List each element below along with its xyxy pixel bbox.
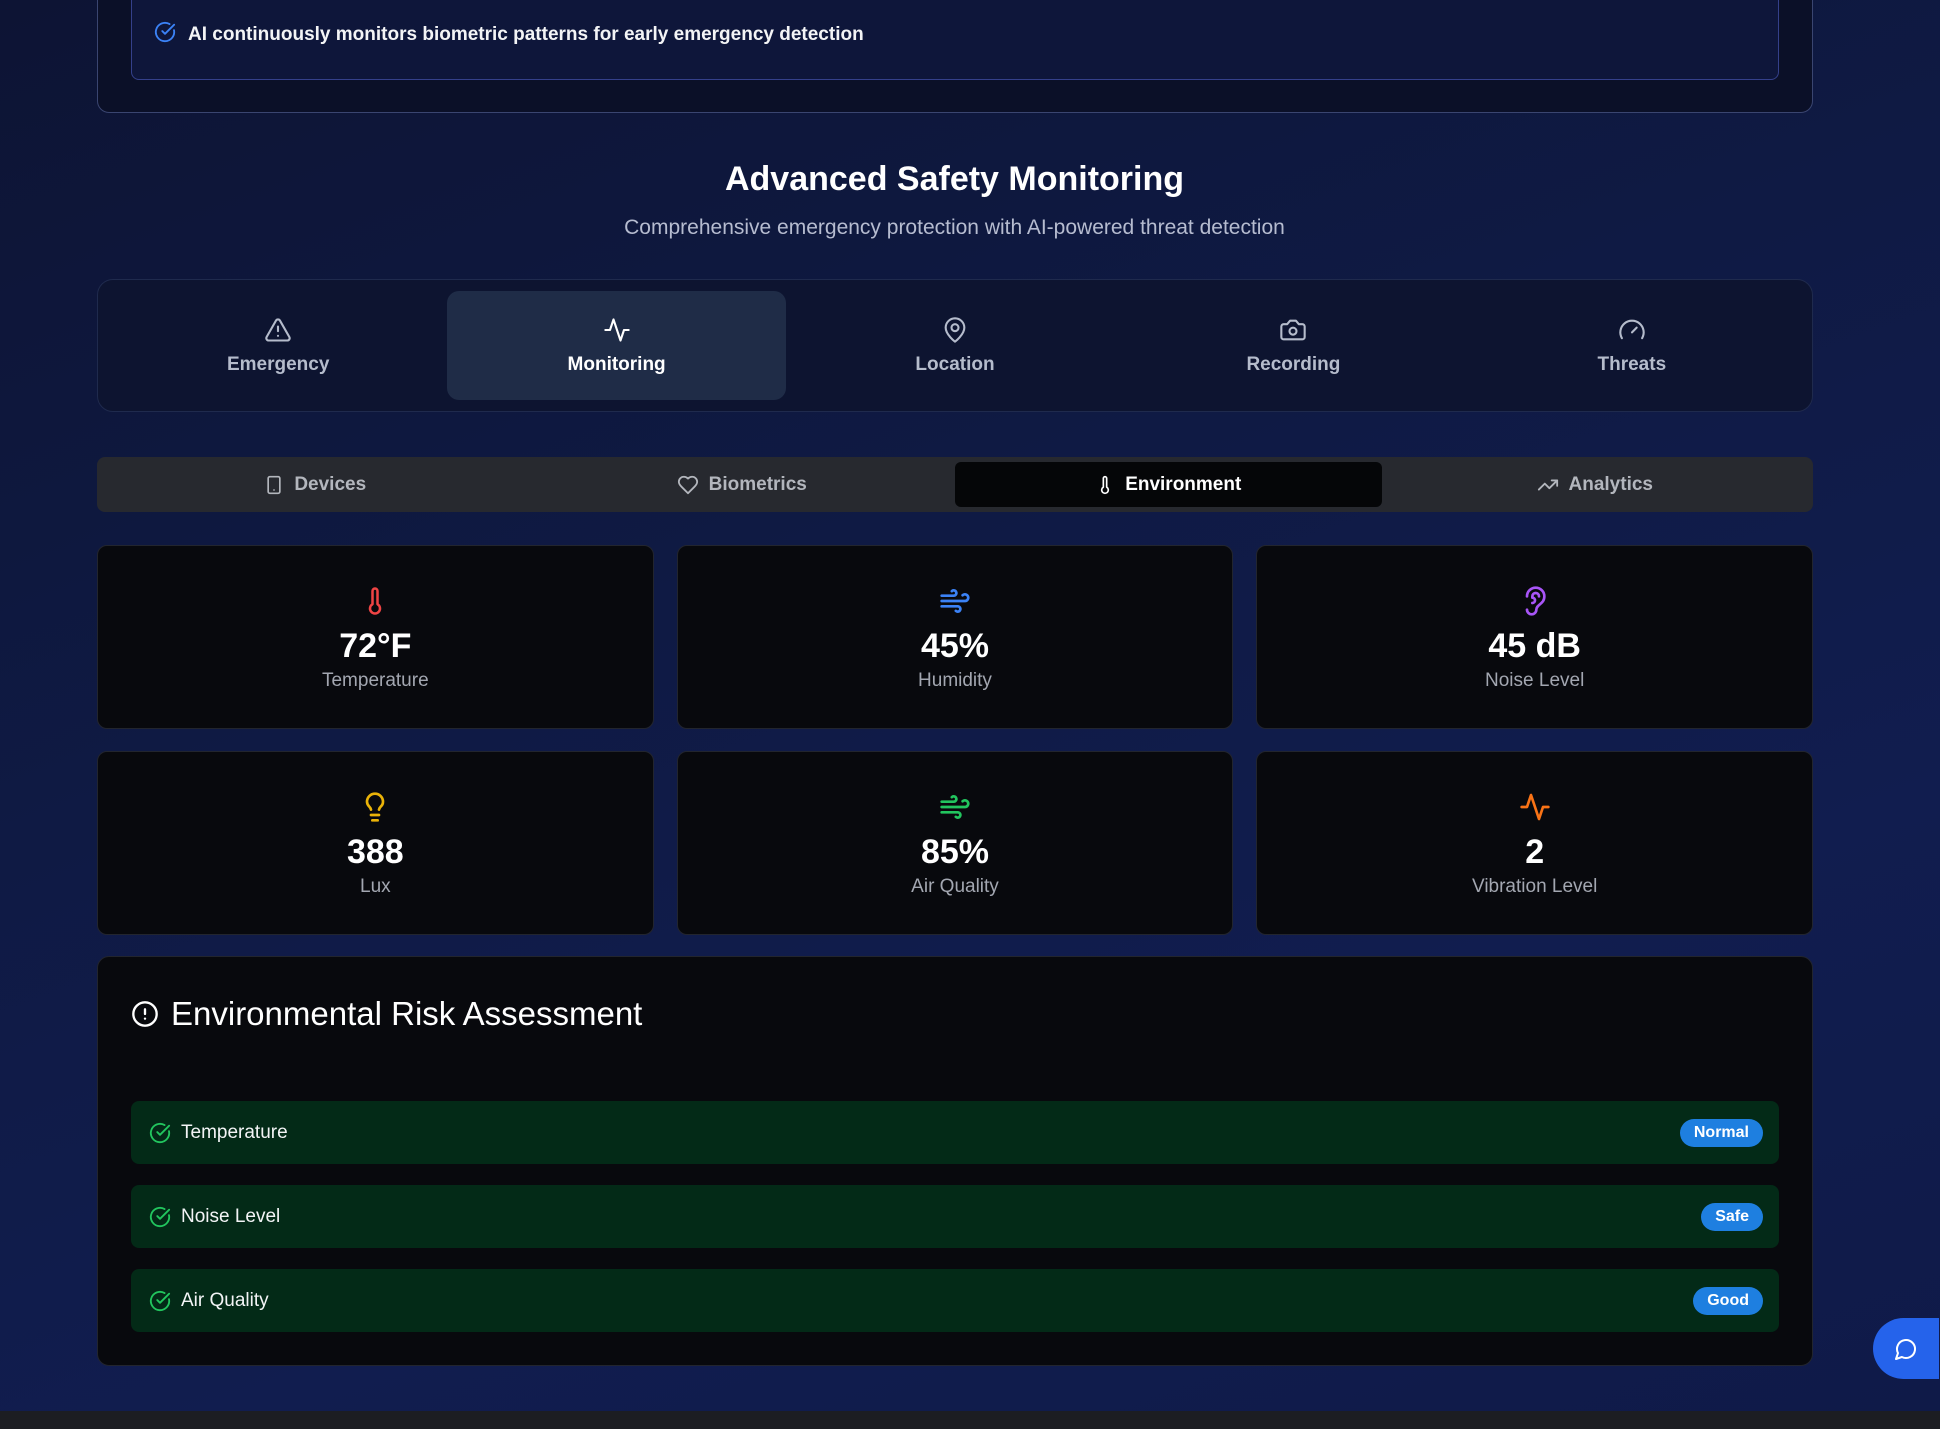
tab-label: Recording: [1246, 353, 1341, 375]
metric-card-lux: 388 Lux: [97, 751, 654, 935]
check-circle-icon: [149, 1290, 171, 1311]
thermometer-icon: [1101, 475, 1110, 494]
metric-value: 45 dB: [1488, 626, 1581, 665]
heart-icon: [677, 475, 698, 494]
metric-label: Air Quality: [911, 875, 999, 897]
page-title: Advanced Safety Monitoring: [724, 160, 1185, 198]
map-pin-icon: [944, 316, 966, 343]
tab-label: Emergency: [226, 353, 330, 375]
tab-label: Monitoring: [567, 353, 666, 375]
tab-label: Location: [915, 353, 995, 375]
risk-assessment-header: Environmental Risk Assessment: [131, 995, 642, 1033]
tab-monitoring[interactable]: Monitoring: [447, 291, 786, 400]
alert-circle-icon: [132, 1001, 158, 1027]
metric-value: 45%: [920, 626, 990, 665]
trending-up-icon: [1537, 479, 1558, 490]
metric-card-noise-level: 45 dB Noise Level: [1256, 545, 1813, 729]
risk-row-air-quality: Air Quality Good: [131, 1269, 1779, 1332]
risk-assessment-card: Environmental Risk Assessment Temperatur…: [97, 956, 1813, 1366]
environment-metrics-grid: 72°F Temperature 45% Humidity 45 dB Nois…: [97, 545, 1813, 935]
thermometer-icon: [360, 583, 390, 619]
tab-analytics[interactable]: Analytics: [1382, 462, 1809, 507]
status-badge: Good: [1693, 1286, 1763, 1315]
metric-value: 72°F: [339, 626, 412, 665]
metric-label: Lux: [360, 875, 391, 897]
risk-row-noise-level: Noise Level Safe: [131, 1185, 1779, 1248]
tab-location[interactable]: Location: [786, 291, 1124, 400]
monitoring-info-card: AI continuously monitors biometric patte…: [97, 0, 1813, 113]
tab-emergency[interactable]: Emergency: [109, 291, 447, 400]
wind-icon: [939, 583, 971, 619]
activity-icon: [1519, 789, 1551, 825]
metric-value: 2: [1525, 832, 1545, 871]
tab-label: Environment: [1125, 473, 1242, 495]
bottom-bar: [0, 1411, 1940, 1429]
metric-card-vibration-level: 2 Vibration Level: [1256, 751, 1813, 935]
tab-biometrics[interactable]: Biometrics: [529, 462, 956, 507]
metric-label: Humidity: [918, 669, 992, 691]
ai-notice-text: AI continuously monitors biometric patte…: [188, 23, 864, 45]
check-circle-icon: [149, 1122, 171, 1143]
tab-devices[interactable]: Devices: [102, 462, 529, 507]
page-subtitle: Comprehensive emergency protection with …: [624, 216, 1285, 239]
main-tab-bar: Emergency Monitoring Location Recording …: [97, 279, 1813, 412]
activity-icon: [603, 317, 630, 342]
alert-triangle-icon: [265, 317, 291, 342]
metric-card-air-quality: 85% Air Quality: [676, 751, 1234, 935]
risk-row-temperature: Temperature Normal: [131, 1101, 1779, 1164]
smartphone-icon: [267, 475, 281, 494]
metric-label: Vibration Level: [1471, 875, 1598, 897]
metric-label: Noise Level: [1485, 669, 1585, 691]
chat-button[interactable]: [1873, 1318, 1939, 1379]
tab-recording[interactable]: Recording: [1124, 291, 1462, 400]
status-badge: Safe: [1701, 1202, 1763, 1231]
lightbulb-icon: [359, 789, 391, 825]
risk-item-name: Temperature: [181, 1121, 288, 1143]
sub-tab-bar: Devices Biometrics Environment Analytics: [97, 457, 1813, 512]
tab-label: Threats: [1597, 353, 1667, 375]
risk-assessment-title: Environmental Risk Assessment: [171, 995, 643, 1032]
risk-item-name: Air Quality: [181, 1289, 269, 1311]
tab-label: Analytics: [1568, 473, 1653, 495]
tab-environment[interactable]: Environment: [955, 462, 1382, 507]
risk-item-name: Noise Level: [181, 1205, 281, 1227]
tab-threats[interactable]: Threats: [1463, 291, 1801, 400]
metric-value: 388: [346, 832, 404, 871]
message-circle-icon: [1895, 1338, 1916, 1360]
tab-label: Devices: [294, 473, 367, 495]
check-circle-icon: [149, 1206, 171, 1227]
camera-icon: [1280, 319, 1307, 340]
metric-label: Temperature: [321, 669, 429, 691]
wind-icon: [939, 789, 971, 825]
ear-icon: [1519, 583, 1551, 619]
gauge-icon: [1619, 319, 1645, 339]
metric-card-temperature: 72°F Temperature: [97, 545, 654, 729]
ai-notice-banner: AI continuously monitors biometric patte…: [131, 0, 1779, 80]
status-badge: Normal: [1679, 1118, 1763, 1147]
metric-value: 85%: [920, 832, 990, 871]
check-circle-icon: [154, 21, 176, 48]
metric-card-humidity: 45% Humidity: [676, 545, 1234, 729]
tab-label: Biometrics: [708, 473, 807, 495]
